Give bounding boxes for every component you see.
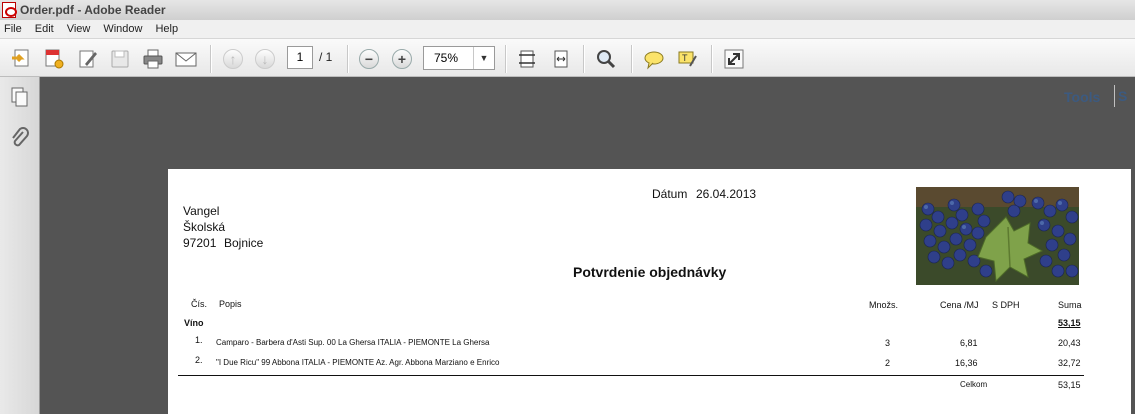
toolbar-separator <box>347 45 348 73</box>
arrow-up-icon: ↑ <box>223 49 243 69</box>
item-quantity: 2 <box>885 358 891 368</box>
highlighter-icon: T <box>678 51 697 67</box>
item-description: Camparo - Barbera d'Asti Sup. 00 La Gher… <box>216 338 490 347</box>
customer-city: Bojnice <box>224 236 264 250</box>
toolbar: ↑ ↓ − + T Tools S <box>0 39 1135 107</box>
zoom-select[interactable]: 75% ▼ <box>423 46 495 70</box>
magnifier-icon <box>597 50 616 69</box>
minus-icon: − <box>359 49 379 69</box>
menu-edit[interactable]: Edit <box>35 23 54 35</box>
envelope-icon <box>175 52 197 67</box>
attachments-button[interactable] <box>8 127 32 151</box>
column-header-description: Popis <box>219 299 242 309</box>
create-pdf-button[interactable] <box>9 47 33 71</box>
paperclip-icon <box>12 127 29 147</box>
expand-icon <box>724 49 744 69</box>
email-button[interactable] <box>174 47 198 71</box>
highlight-text-button[interactable]: T <box>675 47 699 71</box>
total-label: Celkom <box>960 380 988 389</box>
zoom-in-button[interactable]: + <box>390 47 414 71</box>
printer-icon <box>143 49 163 69</box>
item-number: 1. <box>195 335 203 345</box>
save-disk-icon <box>111 50 129 68</box>
grapes-image <box>916 187 1079 285</box>
column-header-sum: Suma <box>1058 300 1082 310</box>
menu-file[interactable]: File <box>4 23 22 35</box>
item-quantity: 3 <box>885 338 891 348</box>
menu-help[interactable]: Help <box>155 23 178 35</box>
grapes-photo <box>916 187 1079 285</box>
page-total: / 1 <box>319 50 333 64</box>
toolbar-separator <box>210 45 211 73</box>
arrow-down-icon: ↓ <box>255 49 275 69</box>
navigation-pane <box>0 77 40 414</box>
svg-text:T: T <box>682 53 688 63</box>
category-name: Víno <box>184 318 204 328</box>
pdf-file-icon <box>2 2 17 18</box>
date-label: Dátum <box>652 187 688 201</box>
tools-pane-button[interactable]: Tools <box>1064 89 1100 105</box>
column-header-no: Čís. <box>191 299 208 309</box>
date-value: 26.04.2013 <box>696 187 757 201</box>
full-screen-button[interactable] <box>722 47 746 71</box>
edit-document-icon <box>79 50 97 68</box>
pages-icon <box>11 87 28 107</box>
item-sum: 32,72 <box>1058 358 1081 368</box>
combine-files-button[interactable] <box>42 47 66 71</box>
page-number-input[interactable]: 1 <box>287 46 313 69</box>
chevron-down-icon[interactable]: ▼ <box>473 47 494 69</box>
window-title: Order.pdf - Adobe Reader <box>20 3 166 17</box>
column-header-quantity: Množs. <box>869 300 899 310</box>
fit-page-button[interactable] <box>515 47 539 71</box>
toolbar-separator <box>711 45 712 73</box>
document-page: Dátum 26.04.2013 Vangel Školská 97201 Bo… <box>168 169 1131 414</box>
toolbar-separator <box>505 45 506 73</box>
combine-files-icon <box>45 49 64 69</box>
table-divider <box>178 375 1084 376</box>
column-header-unit-price: Cena /MJ <box>940 300 979 310</box>
item-sum: 20,43 <box>1058 338 1081 348</box>
customer-zip: 97201 <box>183 236 217 250</box>
title-bar: Order.pdf - Adobe Reader <box>0 0 1135 20</box>
menu-window[interactable]: Window <box>103 23 142 35</box>
menu-bar: File Edit View Window Help <box>0 20 1135 39</box>
fit-width-icon <box>554 50 568 68</box>
column-header-vat: S DPH <box>992 300 1020 310</box>
toolbar-separator <box>583 45 584 73</box>
total-value: 53,15 <box>1058 380 1081 390</box>
zoom-value: 75% <box>434 51 459 65</box>
comment-bubble-icon <box>644 51 664 70</box>
sticky-note-button[interactable] <box>642 47 666 71</box>
page-thumbnails-button[interactable] <box>8 85 32 109</box>
document-heading: Potvrdenie objednávky <box>573 264 727 280</box>
save-button[interactable] <box>108 47 132 71</box>
category-sum: 53,15 <box>1058 318 1081 328</box>
item-number: 2. <box>195 355 203 365</box>
toolbar-separator <box>1114 85 1115 107</box>
item-description: "I Due Ricu" 99 Abbona ITALIA - PIEMONTE… <box>216 358 500 367</box>
customer-name: Vangel <box>183 204 220 218</box>
find-button[interactable] <box>594 47 618 71</box>
customer-street: Školská <box>183 220 226 234</box>
fit-page-icon <box>519 50 535 68</box>
item-unit-price: 16,36 <box>955 358 978 368</box>
edit-pdf-button[interactable] <box>76 47 100 71</box>
next-page-button[interactable]: ↓ <box>253 47 277 71</box>
item-unit-price: 6,81 <box>960 338 978 348</box>
menu-view[interactable]: View <box>67 23 91 35</box>
toolbar-separator <box>631 45 632 73</box>
plus-icon: + <box>392 49 412 69</box>
previous-page-button[interactable]: ↑ <box>221 47 245 71</box>
fit-width-button[interactable] <box>549 47 573 71</box>
zoom-out-button[interactable]: − <box>357 47 381 71</box>
create-pdf-icon <box>12 49 29 67</box>
print-button[interactable] <box>141 47 165 71</box>
sign-pane-button[interactable]: S <box>1118 88 1127 104</box>
